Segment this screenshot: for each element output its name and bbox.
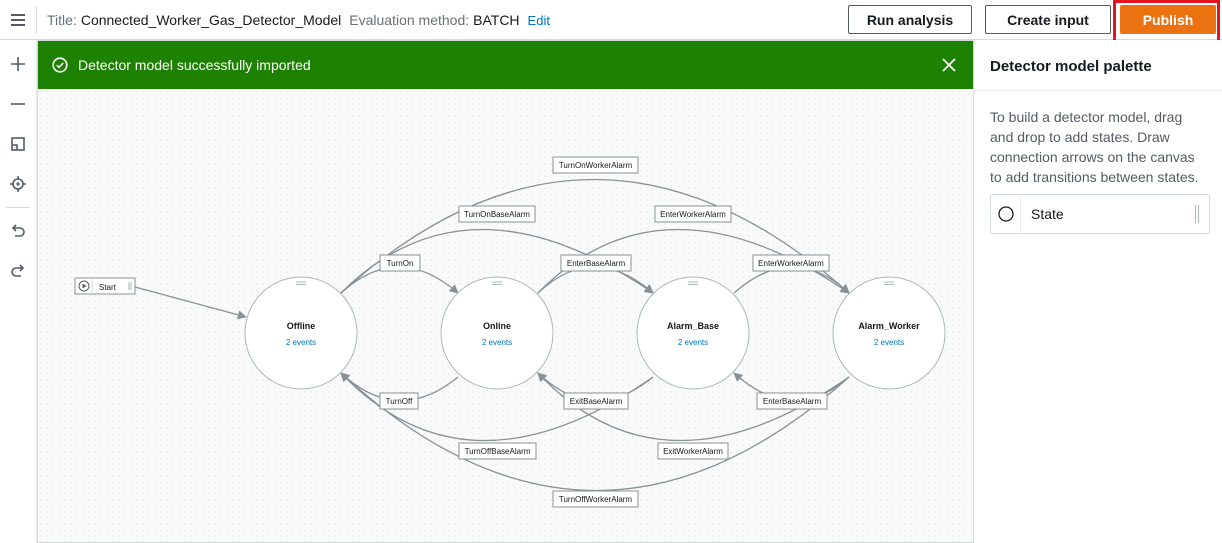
top-bar: Title: Connected_Worker_Gas_Detector_Mod…: [0, 0, 1222, 45]
state-online[interactable]: Online 2 events: [440, 276, 554, 390]
state-events-link: 2 events: [482, 338, 512, 347]
transition-exit-worker-alarm[interactable]: ExitWorkerAlarm: [657, 442, 729, 460]
run-analysis-button[interactable]: Run analysis: [848, 5, 972, 34]
detector-model-palette: Detector model palette To build a detect…: [975, 40, 1222, 543]
transition-label: TurnOnBaseAlarm: [464, 210, 530, 219]
transition-turn-off-worker-alarm[interactable]: TurnOffWorkerAlarm: [552, 490, 639, 508]
title-label: Title:: [47, 12, 77, 28]
transition-turn-off[interactable]: TurnOff: [379, 392, 419, 410]
state-events-link: 2 events: [286, 338, 316, 347]
evaluation-method-value: BATCH: [473, 12, 520, 28]
state-alarm-worker[interactable]: Alarm_Worker 2 events: [832, 276, 946, 390]
zoom-out-icon[interactable]: [0, 91, 36, 117]
fit-to-screen-icon[interactable]: [0, 131, 36, 157]
publish-button[interactable]: Publish: [1120, 5, 1216, 34]
drag-handle-icon[interactable]: [1195, 205, 1199, 223]
transition-label: TurnOffWorkerAlarm: [559, 495, 633, 504]
canvas-toolbar: [0, 40, 37, 543]
transition-label: ExitWorkerAlarm: [663, 447, 723, 456]
create-input-button[interactable]: Create input: [985, 5, 1111, 34]
palette-title: Detector model palette: [975, 40, 1222, 91]
model-title: Connected_Worker_Gas_Detector_Model: [80, 12, 342, 28]
state-circle-icon: [991, 195, 1021, 233]
state-name: Offline: [287, 321, 316, 331]
transition-turn-off-base-alarm[interactable]: TurnOffBaseAlarm: [458, 442, 537, 460]
transition-turn-on[interactable]: TurnOn: [379, 254, 421, 272]
transition-label: EnterWorkerAlarm: [660, 210, 726, 219]
model-title-area: Title: Connected_Worker_Gas_Detector_Mod…: [47, 0, 550, 40]
transition-label: TurnOnWorkerAlarm: [559, 161, 633, 170]
zoom-in-icon[interactable]: [0, 51, 36, 77]
transition-turn-on-worker-alarm[interactable]: TurnOnWorkerAlarm: [552, 156, 639, 174]
transition-enter-base-alarm-top[interactable]: EnterBaseAlarm: [560, 254, 632, 272]
close-icon[interactable]: [939, 55, 959, 75]
menu-icon[interactable]: [0, 0, 36, 40]
check-circle-icon: [52, 57, 68, 73]
start-label: Start: [99, 283, 117, 292]
detector-model-canvas[interactable]: Start Offline 2 events Online 2 events A…: [37, 40, 974, 543]
transition-label: TurnOn: [387, 259, 414, 268]
state-alarm-base[interactable]: Alarm_Base 2 events: [636, 276, 750, 390]
state-name: Alarm_Base: [667, 321, 719, 331]
banner-message: Detector model successfully imported: [78, 57, 311, 73]
evaluation-method-label: Evaluation method:: [349, 12, 470, 28]
toolbar-divider: [6, 207, 30, 208]
transition-label: EnterBaseAlarm: [567, 259, 626, 268]
transition-label: EnterWorkerAlarm: [758, 259, 824, 268]
redo-icon[interactable]: [0, 259, 36, 285]
state-events-link: 2 events: [678, 338, 708, 347]
recenter-icon[interactable]: [0, 171, 36, 197]
transition-label: ExitBaseAlarm: [570, 397, 623, 406]
state-name: Alarm_Worker: [858, 321, 920, 331]
transition-enter-worker-alarm-right[interactable]: EnterWorkerAlarm: [752, 254, 830, 272]
divider: [36, 6, 37, 34]
transition-exit-base-alarm[interactable]: ExitBaseAlarm: [563, 392, 629, 410]
transition-label: EnterBaseAlarm: [763, 397, 822, 406]
transition-enter-worker-alarm-top[interactable]: EnterWorkerAlarm: [654, 205, 732, 223]
transition-label: TurnOffBaseAlarm: [465, 447, 531, 456]
state-offline[interactable]: Offline 2 events: [244, 276, 358, 390]
edit-link[interactable]: Edit: [528, 13, 550, 28]
palette-state-label: State: [1031, 206, 1064, 222]
transition-enter-base-alarm-bottom[interactable]: EnterBaseAlarm: [756, 392, 828, 410]
transition-turn-on-base-alarm[interactable]: TurnOnBaseAlarm: [458, 205, 536, 223]
state-events-link: 2 events: [874, 338, 904, 347]
start-node[interactable]: Start: [74, 277, 136, 295]
palette-description: To build a detector model, drag and drop…: [990, 109, 1199, 185]
state-diagram: Start Offline 2 events Online 2 events A…: [74, 156, 946, 508]
palette-state-item[interactable]: State: [990, 194, 1210, 234]
transition-label: TurnOff: [386, 397, 413, 406]
state-name: Online: [483, 321, 511, 331]
success-banner: Detector model successfully imported: [38, 41, 973, 89]
undo-icon[interactable]: [0, 219, 36, 245]
